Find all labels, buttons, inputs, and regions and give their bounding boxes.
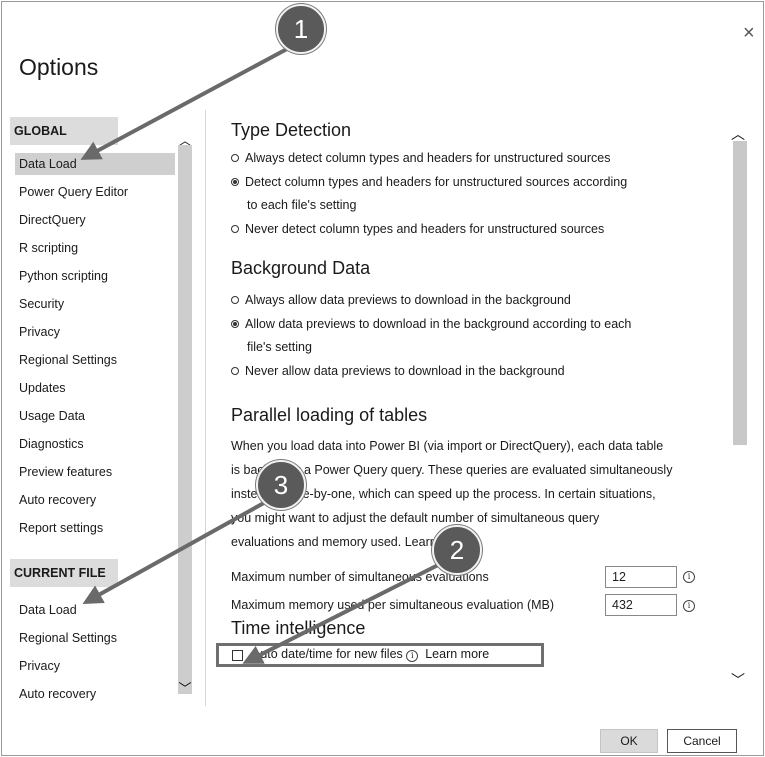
annotation-badge-3: 3	[256, 460, 306, 510]
arrow-3	[82, 492, 281, 604]
annotation-badge-1: 1	[276, 4, 326, 54]
arrow-2	[242, 558, 449, 664]
annotation-badge-2: 2	[432, 525, 482, 575]
annotation-arrows	[80, 40, 449, 664]
arrow-1	[80, 40, 301, 160]
